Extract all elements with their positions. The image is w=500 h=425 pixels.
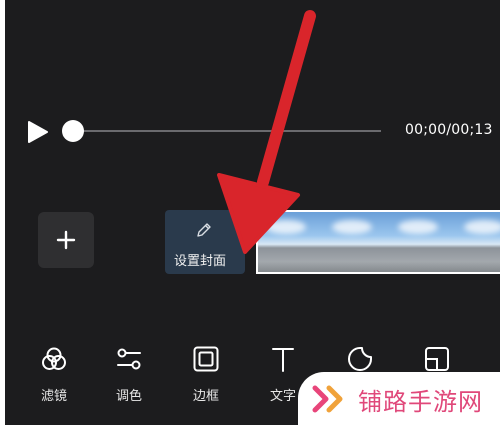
adjust-color-icon [117,348,141,370]
play-icon [28,121,48,143]
progress-thumb[interactable] [62,120,84,142]
chevron-logo-icon [312,385,343,413]
progress-track[interactable] [73,130,381,132]
add-clip-button[interactable] [38,212,94,268]
sticker-icon [348,347,372,371]
timecode: 00;00/00;13 [405,122,493,138]
toolbar-item-adjust-color[interactable]: 调色 [101,345,157,407]
clip-thumbnail [324,212,390,272]
plus-icon [56,230,76,250]
clip-thumbnail [390,212,456,272]
watermark-text: 铺路手游网 [358,388,483,416]
border-icon [193,346,219,372]
set-cover-label: 设置封面 [173,254,226,269]
text-icon [272,348,294,372]
video-editor-screen: 00;00/00;13 设置封面 滤镜 调色 边框 文字 [5,0,500,425]
play-button[interactable] [25,119,51,145]
set-cover-button[interactable]: 设置封面 [165,210,245,274]
toolbar-label: 边框 [192,389,219,404]
pencil-icon [197,223,211,237]
toolbar-label: 滤镜 [40,389,67,404]
clip-thumbnail [456,212,500,272]
crop-icon [425,347,449,371]
filter-icon [42,347,66,370]
watermark-badge: 铺路手游网 [298,372,500,425]
video-clip-track[interactable] [256,210,500,274]
toolbar-item-border[interactable]: 边框 [178,345,234,407]
clip-thumbnail [258,212,324,272]
toolbar-item-filter[interactable]: 滤镜 [26,345,82,407]
toolbar-label: 调色 [115,389,142,404]
